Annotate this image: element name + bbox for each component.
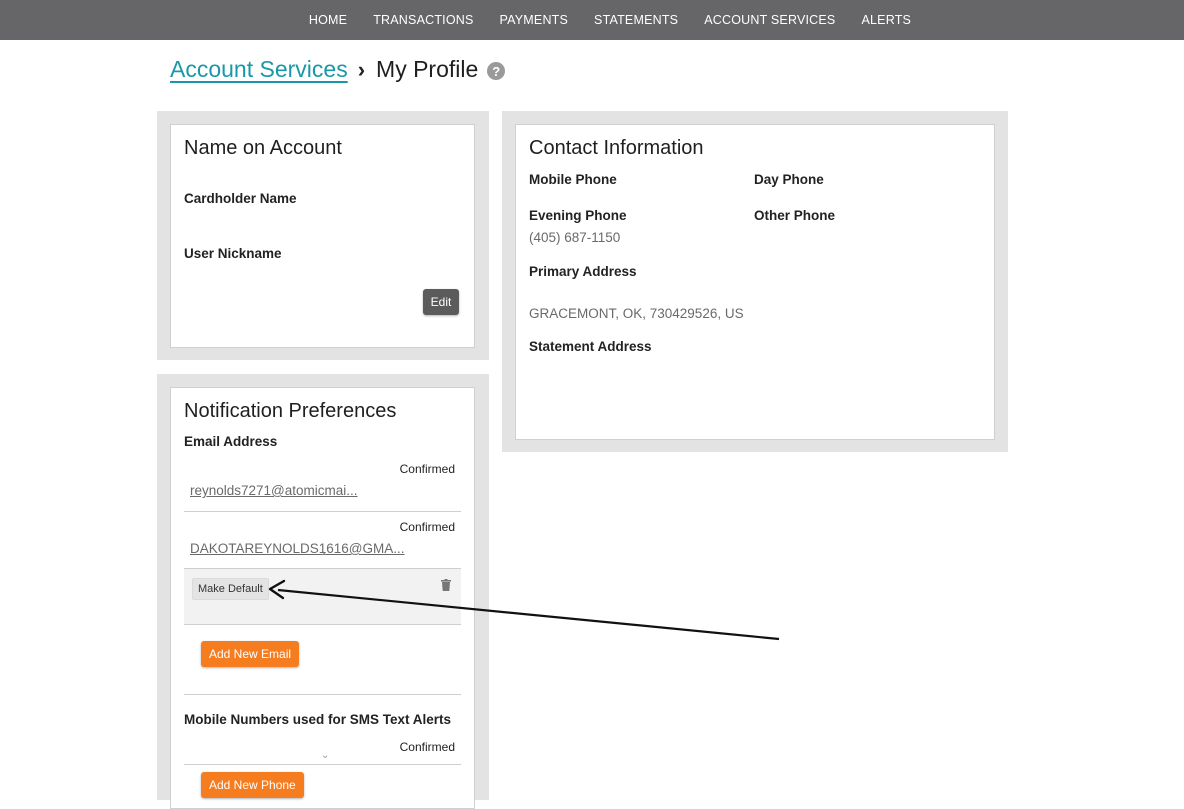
email-status: Confirmed bbox=[399, 520, 455, 534]
notification-card: Notification Preferences Email Address C… bbox=[170, 387, 475, 809]
nav-alerts[interactable]: ALERTS bbox=[848, 0, 924, 40]
other-phone-label: Other Phone bbox=[754, 208, 836, 223]
email-row: Confirmed reynolds7271@atomicmai... bbox=[184, 456, 461, 512]
notification-panel: Notification Preferences Email Address C… bbox=[157, 374, 489, 809]
breadcrumb-account-services[interactable]: Account Services bbox=[170, 56, 348, 83]
breadcrumb: Account Services › My Profile ? bbox=[170, 56, 506, 83]
add-new-phone-button[interactable]: Add New Phone bbox=[201, 772, 304, 798]
statement-address-label: Statement Address bbox=[529, 339, 652, 354]
user-nickname-label: User Nickname bbox=[184, 246, 282, 261]
evening-phone-value: (405) 687-1150 bbox=[529, 230, 621, 245]
nav-statements[interactable]: STATEMENTS bbox=[581, 0, 691, 40]
name-panel: Name on Account Cardholder Name User Nic… bbox=[157, 111, 489, 360]
name-card-title: Name on Account bbox=[184, 137, 342, 159]
notification-card-title: Notification Preferences bbox=[184, 400, 397, 422]
chevron-down-icon[interactable]: ⌄ bbox=[321, 750, 329, 761]
email-status: Confirmed bbox=[399, 462, 455, 476]
nav-payments[interactable]: PAYMENTS bbox=[487, 0, 582, 40]
contact-card: Contact Information Mobile Phone Day Pho… bbox=[515, 124, 995, 440]
email-link[interactable]: DAKOTAREYNOLDS1616@GMA... bbox=[190, 541, 405, 556]
edit-button[interactable]: Edit bbox=[423, 289, 459, 315]
primary-address-label: Primary Address bbox=[529, 264, 637, 279]
cardholder-name-label: Cardholder Name bbox=[184, 191, 297, 206]
question-circle-icon[interactable]: ? bbox=[487, 62, 506, 80]
make-default-button[interactable]: Make Default bbox=[192, 578, 269, 600]
divider bbox=[184, 694, 461, 695]
name-card: Name on Account Cardholder Name User Nic… bbox=[170, 124, 475, 348]
day-phone-label: Day Phone bbox=[754, 172, 824, 187]
evening-phone-label: Evening Phone bbox=[529, 208, 627, 223]
primary-address-value: GRACEMONT, OK, 730429526, US bbox=[529, 306, 744, 321]
sms-status: Confirmed bbox=[399, 740, 455, 754]
email-link[interactable]: reynolds7271@atomicmai... bbox=[190, 483, 358, 498]
top-nav: HOME TRANSACTIONS PAYMENTS STATEMENTS AC… bbox=[0, 0, 1184, 40]
page-title: My Profile bbox=[376, 56, 479, 82]
nav-account-services[interactable]: ACCOUNT SERVICES bbox=[691, 0, 848, 40]
mobile-phone-label: Mobile Phone bbox=[529, 172, 617, 187]
trash-icon[interactable] bbox=[441, 579, 451, 591]
email-row: Confirmed DAKOTAREYNOLDS1616@GMA... ⌃ bbox=[184, 512, 461, 569]
nav-home[interactable]: HOME bbox=[296, 0, 360, 40]
add-new-email-button[interactable]: Add New Email bbox=[201, 641, 300, 667]
divider bbox=[184, 764, 461, 765]
email-actions: Make Default bbox=[184, 569, 461, 625]
chevron-right-icon: › bbox=[357, 56, 366, 82]
chevron-up-icon[interactable]: ⌃ bbox=[320, 552, 328, 563]
contact-panel: Contact Information Mobile Phone Day Pho… bbox=[502, 111, 1008, 452]
email-address-label: Email Address bbox=[184, 434, 278, 449]
nav-transactions[interactable]: TRANSACTIONS bbox=[360, 0, 486, 40]
contact-card-title: Contact Information bbox=[529, 137, 704, 159]
sms-numbers-label: Mobile Numbers used for SMS Text Alerts bbox=[184, 712, 452, 727]
